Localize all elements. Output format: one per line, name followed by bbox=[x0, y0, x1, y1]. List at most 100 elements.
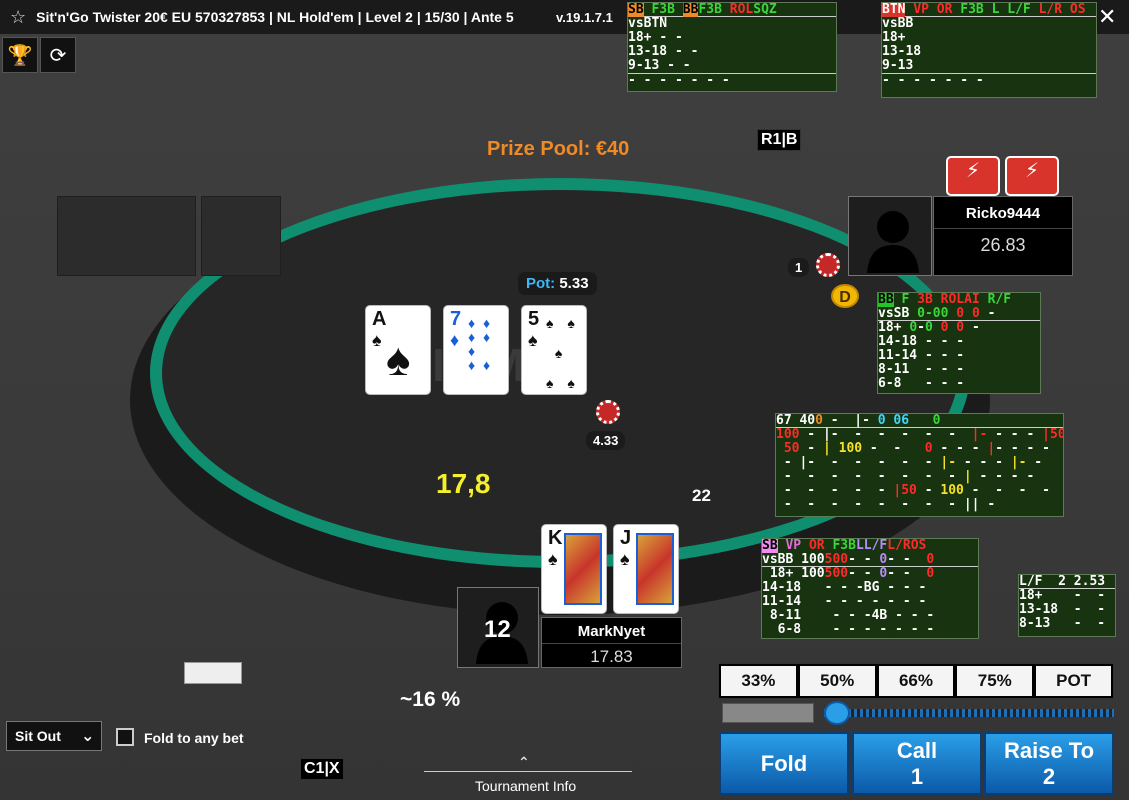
bet-preset-pot[interactable]: POT bbox=[1036, 666, 1111, 696]
call-button[interactable]: Call 1 bbox=[852, 732, 982, 795]
chevron-down-icon: ⌄ bbox=[81, 728, 95, 745]
trophy-icon[interactable]: 🏆 bbox=[2, 37, 38, 73]
chevron-up-icon[interactable]: ⌃ bbox=[518, 754, 530, 771]
hud-cell: F3B bbox=[960, 2, 984, 17]
hud-cell: L/R bbox=[887, 538, 911, 553]
raise-button[interactable]: Raise To 2 bbox=[984, 732, 1114, 795]
fold-button[interactable]: Fold bbox=[719, 732, 849, 795]
hud-cell: 18+ bbox=[769, 566, 794, 581]
hud-cell: 13-18 bbox=[628, 44, 668, 59]
hud-cell: VP bbox=[913, 2, 929, 17]
card-suit: ♦ bbox=[450, 330, 460, 350]
hud-cell: SB bbox=[762, 538, 778, 553]
hud-top-right[interactable]: BTN VP OR F3B L L/F L/R OS vsBB 18+ 13-1… bbox=[881, 2, 1097, 98]
card-rank: K bbox=[548, 527, 563, 549]
r1b-tag: R1|B bbox=[757, 129, 802, 151]
hud-footer: - - - - - - - bbox=[628, 73, 836, 88]
equity-stat: ~16 % bbox=[400, 688, 461, 711]
hud-cell: 100 bbox=[838, 441, 863, 456]
bet-preset-50[interactable]: 50% bbox=[799, 666, 875, 696]
window-title: Sit'n'Go Twister 20€ EU 570327853 | NL H… bbox=[36, 9, 514, 25]
hud-cell: - bbox=[971, 320, 980, 335]
hud-cell: 0 bbox=[924, 320, 933, 335]
hero-card-2: J ♠ bbox=[613, 524, 679, 614]
sit-out-select[interactable]: Sit Out ⌄ bbox=[6, 721, 102, 751]
hud-cell: F bbox=[901, 292, 910, 307]
pot-label: Pot: bbox=[526, 275, 556, 292]
hud-cell: || bbox=[963, 497, 980, 512]
hud-cell: 100 bbox=[776, 427, 800, 442]
star-icon[interactable]: ☆ bbox=[10, 7, 26, 28]
close-icon[interactable]: ✕ bbox=[1098, 4, 1116, 30]
hud-cell: 0 bbox=[926, 552, 935, 567]
hud-cell: F3B bbox=[698, 2, 722, 17]
prize-pool: Prize Pool: €40 bbox=[487, 138, 630, 160]
fold-to-any-bet-checkbox[interactable] bbox=[116, 728, 134, 746]
hud-cell: 18+ bbox=[882, 30, 906, 45]
tournament-info-link[interactable]: Tournament Info bbox=[475, 778, 576, 794]
hero-stack: 17.83 bbox=[542, 643, 681, 667]
hero-avatar[interactable]: 12 bbox=[457, 587, 539, 668]
refresh-icon[interactable]: ⟳ bbox=[40, 37, 76, 73]
hud-cell: 0 bbox=[932, 306, 941, 321]
card-suit: ♠ bbox=[548, 549, 558, 569]
hud-cell: ROL bbox=[940, 292, 965, 307]
hud-cell: 0 bbox=[877, 413, 886, 428]
hud-cell: - bbox=[987, 306, 996, 321]
hud-top-left[interactable]: SB F3B BBF3B ROLSQZ vsBTN 18+ - - 13-18 … bbox=[627, 2, 837, 92]
hud-cell: BG bbox=[863, 580, 880, 595]
chip-stack-option-icon[interactable] bbox=[184, 662, 242, 684]
slider-track[interactable] bbox=[824, 709, 1114, 717]
hud-row: 18+ 0-0 0 0 - bbox=[878, 321, 1040, 335]
hud-cell: 40 bbox=[799, 413, 816, 428]
bet-preset-66[interactable]: 66% bbox=[878, 666, 954, 696]
hud-cell: 11-14 bbox=[878, 348, 918, 363]
jack-face-icon bbox=[636, 533, 674, 605]
hud-row: 9-13 - - bbox=[628, 59, 836, 73]
hud-cell: 0 bbox=[879, 566, 888, 581]
card-rank: 5 bbox=[528, 308, 540, 330]
slider-handle[interactable] bbox=[824, 701, 850, 725]
spade-icon: ♠ bbox=[386, 333, 411, 385]
hud-bb[interactable]: BB F 3B ROLAI R/F vsSB 0-00 0 0 - 18+ 0-… bbox=[877, 292, 1041, 394]
hud-cell: 0 bbox=[940, 306, 949, 321]
hud-row: 14-18 - - -BG - - - bbox=[762, 580, 927, 595]
bet-preset-33[interactable]: 33% bbox=[721, 666, 796, 696]
hud-row: - - - - - - - - | - - - - bbox=[776, 469, 1035, 484]
opponent-card-back-1: ⚡ bbox=[946, 156, 1000, 196]
bet-amount-input[interactable] bbox=[722, 703, 814, 723]
hud-row: vsBTN bbox=[628, 17, 836, 31]
hud-cell: F3B bbox=[832, 538, 856, 553]
bet-amount: 4.33 bbox=[586, 431, 626, 450]
hud-cell: ROL bbox=[729, 2, 754, 17]
bet-preset-75[interactable]: 75% bbox=[957, 666, 1033, 696]
hud-cell: vsSB bbox=[878, 306, 910, 321]
hud-cell: 9-13 bbox=[628, 58, 660, 73]
hud-cell: 14-18 bbox=[878, 334, 918, 349]
hud-cell: vsBB bbox=[762, 552, 794, 567]
hud-cell: - - bbox=[674, 44, 699, 59]
hud-sb[interactable]: SB VP OR F3BLL/FL/ROS vsBB 100500- - 0- … bbox=[761, 538, 979, 639]
hud-cell: 67 bbox=[776, 413, 792, 428]
hud-header: SB VP OR F3BLL/FL/ROS bbox=[762, 539, 978, 553]
hero-nameplate[interactable]: MarkNyet 17.83 bbox=[541, 617, 682, 668]
raise-amount: 2 bbox=[1042, 763, 1056, 789]
hud-cell: VP bbox=[785, 538, 802, 553]
hero-seat-number: 12 bbox=[484, 616, 511, 643]
hud-header: BB F 3B ROLAI R/F bbox=[878, 293, 1040, 307]
card-suit: ♠ bbox=[620, 549, 630, 569]
hud-row: 6-8 - - - bbox=[878, 376, 965, 391]
hud-cell: 14-18 bbox=[762, 580, 802, 595]
bet-slider[interactable] bbox=[720, 701, 1114, 725]
hud-lf[interactable]: L/F 2 2.53 18+ - - 13-18 - - 8-13 - - bbox=[1018, 574, 1116, 637]
opponent-nameplate[interactable]: Ricko9444 26.83 bbox=[933, 196, 1073, 276]
hud-middle[interactable]: 67 400 - |- 0 06 0 100 - |- - - - - - |-… bbox=[775, 413, 1064, 517]
hud-cell: OR bbox=[936, 2, 953, 17]
hud-row: 11-14 - - - - - - - bbox=[762, 594, 927, 609]
opponent-count-stat: 22 bbox=[692, 486, 711, 505]
hud-row: 6-8 - - - - - - - bbox=[777, 622, 935, 637]
opponent-avatar[interactable] bbox=[848, 196, 932, 276]
hud-cell: 0 bbox=[924, 441, 933, 456]
hud-row: - - - - - - - - || - bbox=[776, 497, 996, 512]
hud-cell: L/F bbox=[863, 538, 888, 553]
